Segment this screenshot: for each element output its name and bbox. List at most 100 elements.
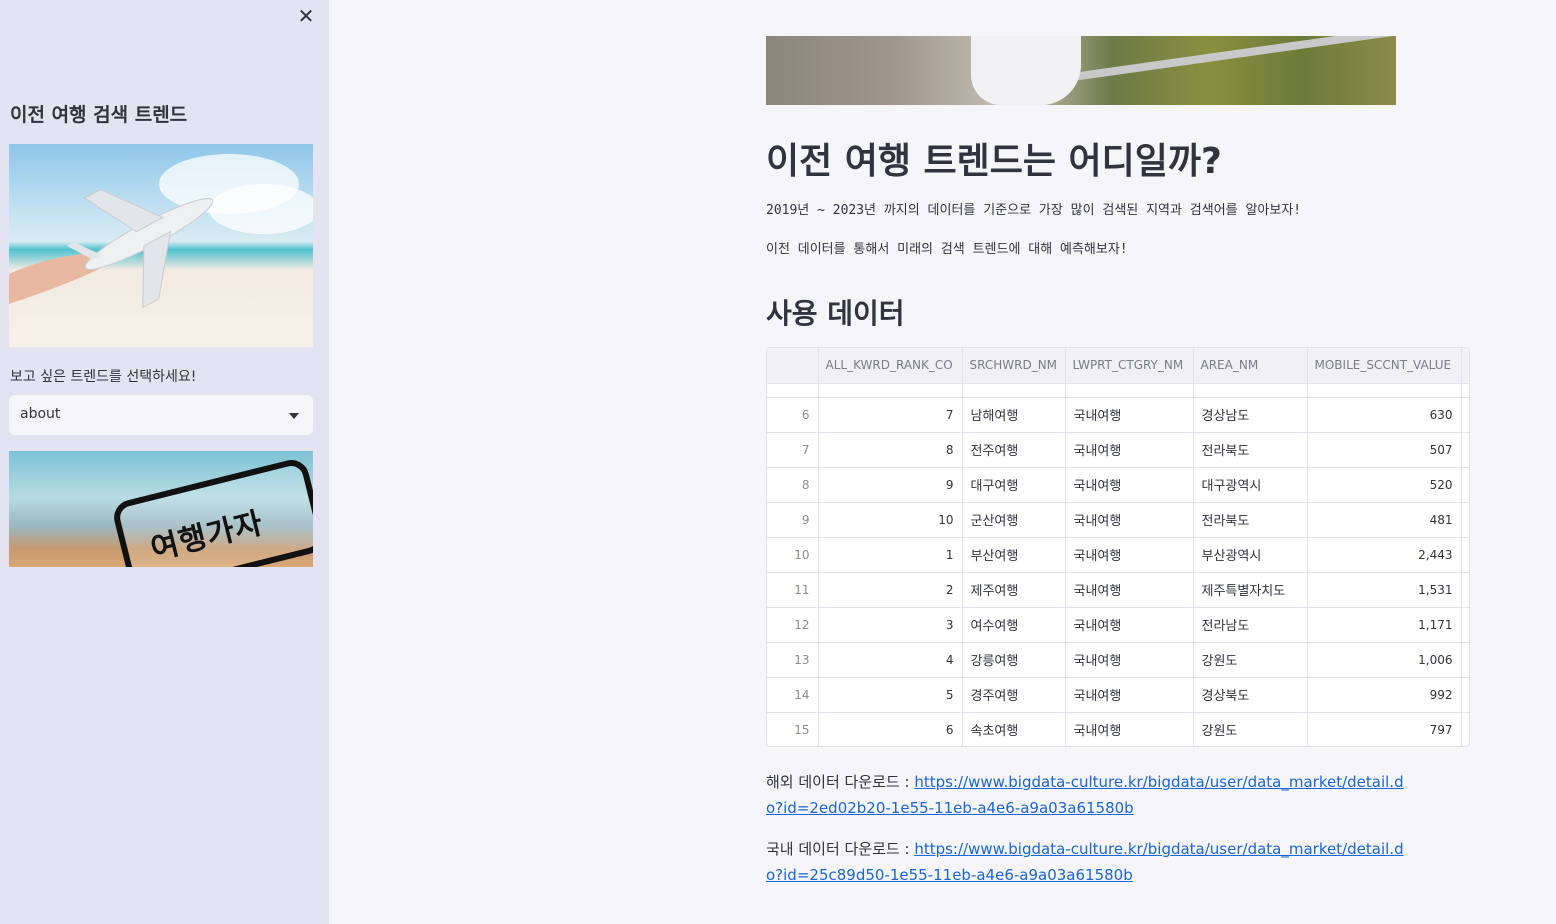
select-value: about [20,406,61,422]
intro-text-2: 이전 데이터를 통해서 미래의 검색 트렌드에 대해 예측해보자! [766,242,1128,257]
table-cell: 5 [818,677,963,713]
table-header-cell[interactable]: MOBILE_SCCNT_VALUE [1307,348,1462,384]
chevron-down-icon [289,413,299,419]
table-cell: 13 [767,642,819,678]
table-cell: 520 [1307,467,1462,503]
table-header-cell[interactable]: ALL_KWRD_RANK_CO [818,348,963,384]
table-row[interactable]: 6 7 남해여행 국내여행 경상남도 630 [767,397,1469,433]
table-cell: 12 [767,607,819,643]
table-header-cell[interactable]: AREA_NM [1193,348,1308,384]
table-cell: 1,171 [1307,607,1462,643]
table-cell: 국내여행 [1065,432,1194,468]
section-title: 사용 데이터 [766,297,905,330]
table-header-cell[interactable] [767,348,819,384]
table-row[interactable]: 13 4 강릉여행 국내여행 강원도 1,006 [767,642,1469,678]
table-cell: 남해여행 [962,397,1066,433]
table-cell: 9 [767,502,819,538]
table-cell-overflow [1461,677,1469,713]
table-cell: 국내여행 [1065,712,1194,746]
table-cell: 국내여행 [1065,677,1194,713]
table-cell: 2,443 [1307,537,1462,573]
table-cell: 1 [818,537,963,573]
table-cell: 15 [767,712,819,746]
table-cell: 7 [767,432,819,468]
table-cell: 481 [1307,502,1462,538]
table-header-cell[interactable] [1461,348,1469,384]
table-cell: 강원도 [1193,712,1308,746]
data-table[interactable]: ALL_KWRD_RANK_CO SRCHWRD_NM LWPRT_CTGRY_NM… [766,347,1470,747]
table-cell: 3 [818,607,963,643]
table-header-row: ALL_KWRD_RANK_CO SRCHWRD_NM LWPRT_CTGRY_NM… [767,348,1469,384]
table-cell: 국내여행 [1065,467,1194,503]
table-cell: 부산광역시 [1193,537,1308,573]
table-row[interactable]: 14 5 경주여행 국내여행 경상북도 992 [767,677,1469,713]
page-title: 이전 여행 트렌드는 어디일까? [766,141,1222,182]
table-cell: 군산여행 [962,502,1066,538]
table-cell: 2 [818,572,963,608]
table-cell: 여수여행 [962,607,1066,643]
table-cell-overflow [1461,642,1469,678]
table-cell-overflow [1461,537,1469,573]
table-row[interactable]: 8 9 대구여행 국내여행 대구광역시 520 [767,467,1469,503]
table-cell-overflow [1461,712,1469,746]
table-cell: 대구여행 [962,467,1066,503]
table-row[interactable]: 7 8 전주여행 국내여행 전라북도 507 [767,432,1469,468]
table-cell: 속초여행 [962,712,1066,746]
sidebar: ✕ 이전 여행 검색 트렌드 보고 싶은 트렌드를 선택하세요! about 여… [0,0,329,924]
table-cell: 10 [818,502,963,538]
table-cell-overflow [1461,572,1469,608]
table-cell: 경상북도 [1193,677,1308,713]
domestic-download-label: 국내 데이터 다운로드 : [766,840,915,858]
table-cell: 11 [767,572,819,608]
table-cell: 992 [1307,677,1462,713]
table-cell: 전라북도 [1193,432,1308,468]
hero-image [766,36,1396,105]
domestic-download: 국내 데이터 다운로드 : https://www.bigdata-cultur… [766,836,1406,888]
table-cell: 6 [767,397,819,433]
table-cell: 국내여행 [1065,537,1194,573]
airplane-beach-image [9,144,313,347]
sidebar-title: 이전 여행 검색 트렌드 [10,104,188,126]
table-row[interactable]: 11 2 제주여행 국내여행 제주특별자치도 1,531 [767,572,1469,608]
table-row[interactable]: 12 3 여수여행 국내여행 전라남도 1,171 [767,607,1469,643]
table-header-cell[interactable]: LWPRT_CTGRY_NM [1065,348,1194,384]
table-cell: 전주여행 [962,432,1066,468]
table-row[interactable]: 15 6 속초여행 국내여행 강원도 797 [767,712,1469,746]
table-cell: 국내여행 [1065,397,1194,433]
table-cell-overflow [1461,397,1469,433]
table-cell: 전라북도 [1193,502,1308,538]
table-cell: 14 [767,677,819,713]
table-cell: 국내여행 [1065,572,1194,608]
table-cell: 507 [1307,432,1462,468]
table-cell: 경상남도 [1193,397,1308,433]
table-row[interactable]: 10 1 부산여행 국내여행 부산광역시 2,443 [767,537,1469,573]
main-content: 이전 여행 트렌드는 어디일까? 2019년 ~ 2023년 까지의 데이터를 … [329,0,1556,924]
table-cell-overflow [1461,502,1469,538]
table-cell: 797 [1307,712,1462,746]
table-cell: 630 [1307,397,1462,433]
table-cell: 6 [818,712,963,746]
table-cell: 국내여행 [1065,502,1194,538]
table-cell: 강릉여행 [962,642,1066,678]
table-cell: 제주여행 [962,572,1066,608]
trend-select[interactable]: about [9,395,313,435]
table-cell: 8 [767,467,819,503]
table-cell: 부산여행 [962,537,1066,573]
table-row[interactable]: 9 10 군산여행 국내여행 전라북도 481 [767,502,1469,538]
table-cell: 1,531 [1307,572,1462,608]
select-label: 보고 싶은 트렌드를 선택하세요! [10,369,197,385]
table-cell: 강원도 [1193,642,1308,678]
table-cell: 국내여행 [1065,607,1194,643]
intro-text-1: 2019년 ~ 2023년 까지의 데이터를 기준으로 가장 많이 검색된 지역… [766,203,1302,218]
close-icon[interactable]: ✕ [294,4,318,28]
table-cell: 국내여행 [1065,642,1194,678]
table-header-cell[interactable]: SRCHWRD_NM [962,348,1066,384]
table-cell: 9 [818,467,963,503]
table-cell-overflow [1461,607,1469,643]
table-cell: 4 [818,642,963,678]
table-cell-overflow [1461,432,1469,468]
table-cell: 전라남도 [1193,607,1308,643]
table-cell: 제주특별자치도 [1193,572,1308,608]
table-cell: 대구광역시 [1193,467,1308,503]
table-cell: 8 [818,432,963,468]
